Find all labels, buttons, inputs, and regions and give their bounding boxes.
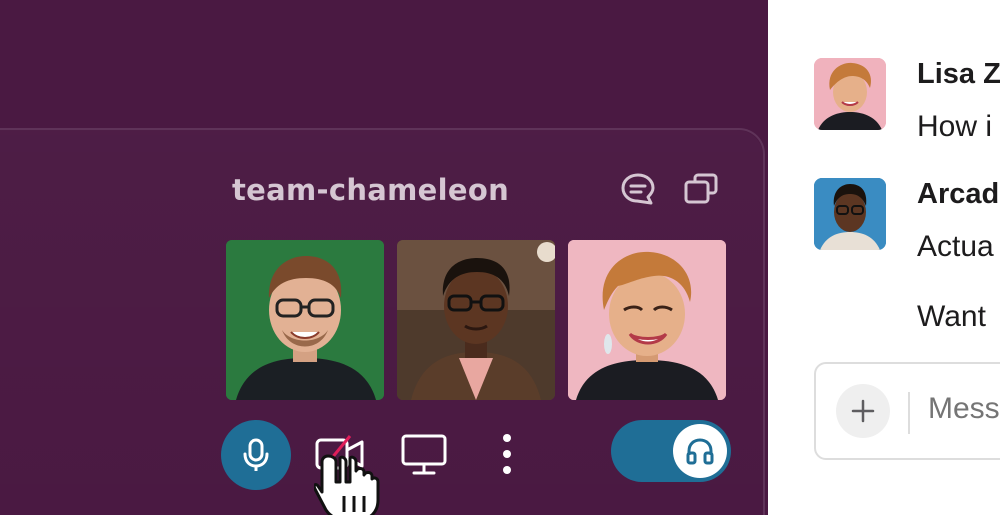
more-options-button[interactable] (496, 431, 518, 477)
message-sender[interactable]: Arcad (917, 178, 999, 211)
participant-2-avatar (397, 240, 555, 400)
message-input[interactable] (928, 392, 1000, 426)
avatar[interactable] (814, 58, 886, 130)
participant-video-tile[interactable] (568, 240, 726, 400)
thread-icon[interactable] (620, 172, 656, 206)
message-text: Actua (917, 230, 994, 263)
lisa-avatar-image (814, 58, 886, 130)
arcadio-avatar-image (814, 178, 886, 250)
headphones-toggle[interactable] (611, 420, 731, 482)
hand-cursor-icon (312, 452, 384, 515)
participant-video-tile[interactable] (226, 240, 384, 400)
add-attachment-button[interactable] (836, 384, 890, 438)
participant-1-avatar (226, 240, 384, 400)
screen-share-button[interactable] (400, 432, 448, 476)
more-vertical-icon (503, 434, 511, 474)
monitor-icon (401, 434, 447, 475)
message-sender[interactable]: Lisa Z (917, 58, 1000, 91)
microphone-button[interactable] (221, 420, 291, 490)
toggle-knob (673, 424, 727, 478)
popout-window-icon[interactable] (683, 172, 719, 206)
headphones-icon (686, 438, 714, 465)
participant-3-avatar (568, 240, 726, 400)
plus-icon (851, 399, 875, 423)
participant-video-tile[interactable] (397, 240, 555, 400)
huddle-channel-name: team-chameleon (232, 173, 510, 207)
message-text: Want (917, 300, 986, 333)
microphone-icon (243, 438, 269, 471)
avatar[interactable] (814, 178, 886, 250)
message-text: How i (917, 110, 993, 143)
composer-divider (908, 392, 910, 434)
